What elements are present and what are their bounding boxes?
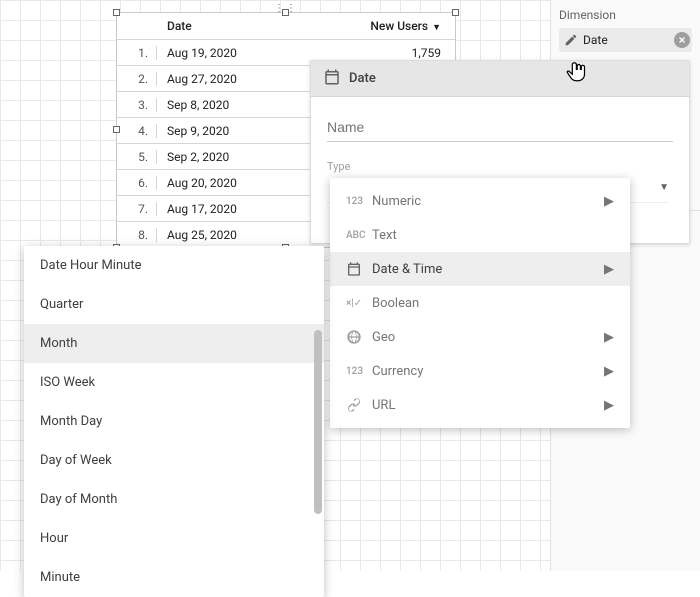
resize-handle[interactable]	[452, 9, 459, 16]
type-item-label: Numeric	[372, 194, 604, 209]
currency-icon: 123	[346, 366, 372, 377]
granularity-item[interactable]: ISO Week	[24, 363, 324, 402]
field-editor-title: Date	[349, 71, 376, 86]
scrollbar-thumb[interactable]	[314, 330, 322, 514]
granularity-item[interactable]: Month Day	[24, 402, 324, 441]
col-header-new-users[interactable]: New Users▼	[345, 19, 455, 33]
type-item-url[interactable]: URL▶	[330, 388, 630, 422]
chevron-right-icon: ▶	[604, 330, 614, 345]
remove-chip-button[interactable]	[674, 32, 690, 48]
row-index: 1.	[117, 46, 157, 60]
date-granularity-menu: Date Hour MinuteQuarterMonthISO WeekMont…	[24, 246, 324, 597]
dimension-chip-date[interactable]: Date	[559, 28, 692, 52]
col-header-date[interactable]: Date	[157, 19, 345, 33]
granularity-item[interactable]: Minute	[24, 558, 324, 597]
granularity-item[interactable]: Hour	[24, 519, 324, 558]
row-index: 3.	[117, 98, 157, 112]
type-item-label: Geo	[372, 330, 604, 345]
field-type-menu: 123Numeric▶ABCTextDate & Time▶×|✓Boolean…	[330, 178, 630, 428]
table-header-row: Date New Users▼	[117, 13, 455, 39]
dimension-section-label: Dimension	[559, 8, 692, 22]
type-item-label: Text	[372, 228, 604, 243]
row-index: 5.	[117, 150, 157, 164]
granularity-item[interactable]: Quarter	[24, 285, 324, 324]
text-icon: ABC	[346, 230, 372, 241]
granularity-item[interactable]: Month	[24, 324, 324, 363]
row-index: 2.	[117, 72, 157, 86]
url-icon	[346, 397, 372, 413]
geo-icon	[346, 329, 372, 345]
cell-value: 1,759	[345, 46, 455, 60]
resize-handle[interactable]	[113, 126, 120, 133]
type-item-calendar[interactable]: Date & Time▶	[330, 252, 630, 286]
resize-handle[interactable]	[113, 9, 120, 16]
row-index: 6.	[117, 176, 157, 190]
type-item-label: Boolean	[372, 296, 604, 311]
chevron-right-icon: ▶	[604, 364, 614, 379]
cell-date: Aug 19, 2020	[157, 46, 345, 60]
row-index: 4.	[117, 124, 157, 138]
chevron-right-icon: ▶	[604, 398, 614, 413]
field-editor-header: Date	[311, 61, 689, 97]
sort-desc-icon: ▼	[432, 23, 441, 33]
type-item-numeric[interactable]: 123Numeric▶	[330, 184, 630, 218]
granularity-item[interactable]: Day of Week	[24, 441, 324, 480]
type-item-geo[interactable]: Geo▶	[330, 320, 630, 354]
type-item-label: URL	[372, 398, 604, 413]
type-item-boolean[interactable]: ×|✓Boolean	[330, 286, 630, 320]
dimension-chip-label: Date	[583, 33, 608, 47]
field-type-label: Type	[327, 160, 673, 173]
field-name-input[interactable]	[327, 113, 673, 142]
granularity-item[interactable]: Date Hour Minute	[24, 246, 324, 285]
row-index: 7.	[117, 202, 157, 216]
row-index: 8.	[117, 228, 157, 242]
type-item-currency[interactable]: 123Currency▶	[330, 354, 630, 388]
type-item-text[interactable]: ABCText	[330, 218, 630, 252]
granularity-item[interactable]: Day of Month	[24, 480, 324, 519]
chevron-right-icon: ▶	[604, 262, 614, 277]
scrollbar[interactable]	[314, 330, 322, 593]
numeric-icon: 123	[346, 196, 372, 207]
pencil-icon[interactable]	[563, 32, 579, 48]
type-item-label: Currency	[372, 364, 604, 379]
calendar-icon	[323, 68, 341, 90]
resize-handle[interactable]	[282, 9, 289, 16]
calendar-icon	[346, 261, 372, 277]
type-item-label: Date & Time	[372, 262, 604, 277]
caret-down-icon: ▼	[659, 182, 669, 193]
boolean-icon: ×|✓	[346, 298, 372, 309]
chevron-right-icon: ▶	[604, 194, 614, 209]
